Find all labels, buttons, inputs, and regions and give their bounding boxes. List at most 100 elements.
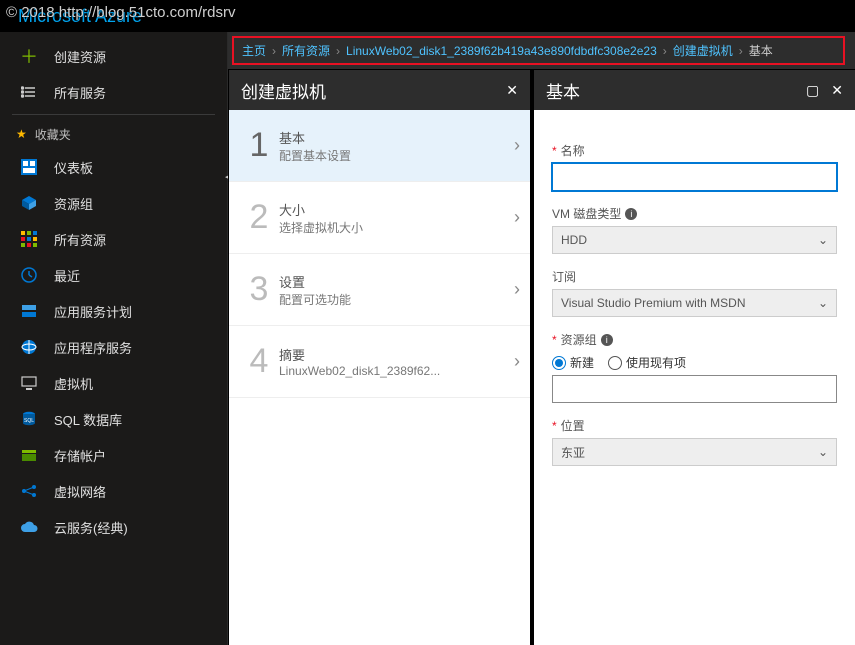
radio-icon	[552, 356, 566, 370]
sidebar-label: 所有资源	[54, 230, 106, 249]
sidebar-label: 应用程序服务	[54, 338, 132, 357]
database-icon: SQL	[20, 410, 38, 428]
clock-icon	[20, 266, 38, 284]
chevron-right-icon: ›	[514, 135, 520, 156]
subscription-label: 订阅	[552, 268, 837, 285]
step-subtitle: LinuxWeb02_disk1_2389f62...	[279, 364, 514, 378]
chevron-right-icon: ›	[272, 44, 276, 58]
rg-new-radio[interactable]: 新建	[552, 354, 594, 371]
chevron-down-icon: ⌄	[818, 296, 828, 310]
resource-group-label: *资源组i	[552, 331, 837, 348]
breadcrumb-link[interactable]: 所有资源	[282, 42, 330, 59]
info-icon[interactable]: i	[625, 208, 637, 220]
sidebar-create-resource[interactable]: ＋ 创建资源	[0, 38, 227, 74]
chevron-right-icon: ›	[336, 44, 340, 58]
sidebar-item-dashboard[interactable]: 仪表板	[0, 149, 227, 185]
wizard-step-summary[interactable]: 4 摘要 LinuxWeb02_disk1_2389f62... ›	[229, 326, 530, 398]
step-number: 4	[239, 342, 279, 381]
blade-basics: 基本 ▢ ✕ *名称 VM 磁盘类型i HDD ⌄ 订阅	[533, 70, 855, 645]
select-value: 东亚	[561, 444, 585, 461]
sidebar-item-vm[interactable]: 虚拟机	[0, 365, 227, 401]
radio-label: 新建	[570, 354, 594, 371]
wizard-step-settings[interactable]: 3 设置 配置可选功能 ›	[229, 254, 530, 326]
sidebar-label: SQL 数据库	[54, 410, 122, 429]
resource-group-input[interactable]	[552, 375, 837, 403]
step-subtitle: 配置基本设置	[279, 147, 514, 164]
topbar: Microsoft Azure	[0, 0, 855, 32]
chevron-right-icon: ›	[514, 351, 520, 372]
sidebar-item-vnet[interactable]: 虚拟网络	[0, 473, 227, 509]
dashboard-icon	[20, 158, 38, 176]
radio-label: 使用现有项	[626, 354, 686, 371]
step-subtitle: 配置可选功能	[279, 291, 514, 308]
sidebar-favorites-header: ★ 收藏夹	[0, 119, 227, 149]
blade-header: 创建虚拟机 ✕	[229, 70, 530, 110]
breadcrumb-current: 基本	[749, 42, 773, 59]
sidebar-item-all-resources[interactable]: 所有资源	[0, 221, 227, 257]
main: ＋ 创建资源 所有服务 ★ 收藏夹 仪表板 资源组 所有资源 最近	[0, 32, 855, 645]
brand-logo: Microsoft Azure	[18, 6, 142, 27]
server-icon	[20, 302, 38, 320]
monitor-icon	[20, 374, 38, 392]
resource-group-radios: 新建 使用现有项	[552, 354, 837, 371]
sidebar: ＋ 创建资源 所有服务 ★ 收藏夹 仪表板 资源组 所有资源 最近	[0, 32, 228, 645]
rg-existing-radio[interactable]: 使用现有项	[608, 354, 686, 371]
sidebar-item-storage[interactable]: 存储帐户	[0, 437, 227, 473]
blade-title: 基本	[546, 78, 580, 103]
wizard-step-size[interactable]: 2 大小 选择虚拟机大小 ›	[229, 182, 530, 254]
chevron-right-icon: ›	[514, 207, 520, 228]
step-number: 1	[239, 126, 279, 165]
maximize-icon[interactable]: ▢	[806, 82, 819, 99]
star-icon: ★	[16, 127, 27, 141]
step-number: 3	[239, 270, 279, 309]
sidebar-item-app-services[interactable]: 应用程序服务	[0, 329, 227, 365]
blade-create-vm: 创建虚拟机 ✕ 1 基本 配置基本设置 › 2	[228, 70, 530, 645]
step-subtitle: 选择虚拟机大小	[279, 219, 514, 236]
cloud-icon	[20, 518, 38, 536]
sidebar-item-resource-groups[interactable]: 资源组	[0, 185, 227, 221]
sidebar-item-cloud-classic[interactable]: 云服务(经典)	[0, 509, 227, 545]
svg-text:SQL: SQL	[24, 418, 34, 424]
close-icon[interactable]: ✕	[831, 82, 843, 99]
disk-type-select[interactable]: HDD ⌄	[552, 226, 837, 254]
name-label: *名称	[552, 142, 837, 159]
sidebar-label: 存储帐户	[54, 446, 106, 465]
sidebar-label: 虚拟机	[54, 374, 93, 393]
chevron-right-icon: ›	[663, 44, 667, 58]
sidebar-all-services[interactable]: 所有服务	[0, 74, 227, 110]
grid-icon	[20, 230, 38, 248]
sidebar-label: 资源组	[54, 194, 93, 213]
sidebar-label: 云服务(经典)	[54, 518, 128, 537]
select-value: HDD	[561, 233, 587, 247]
radio-icon	[608, 356, 622, 370]
chevron-down-icon: ⌄	[818, 233, 828, 247]
location-select[interactable]: 东亚 ⌄	[552, 438, 837, 466]
info-icon[interactable]: i	[601, 334, 613, 346]
sidebar-item-sql[interactable]: SQL SQL 数据库	[0, 401, 227, 437]
sidebar-divider	[12, 114, 215, 115]
location-label: *位置	[552, 417, 837, 434]
step-title: 设置	[279, 272, 514, 291]
breadcrumb-link[interactable]: LinuxWeb02_disk1_2389f62b419a43e890fdbdf…	[346, 44, 657, 58]
sidebar-item-app-service-plan[interactable]: 应用服务计划	[0, 293, 227, 329]
wizard-step-basics[interactable]: 1 基本 配置基本设置 ›	[229, 110, 530, 182]
step-title: 大小	[279, 200, 514, 219]
sidebar-label: 应用服务计划	[54, 302, 132, 321]
content: 主页 › 所有资源 › LinuxWeb02_disk1_2389f62b419…	[228, 32, 855, 645]
name-input[interactable]	[552, 163, 837, 191]
sidebar-label: 所有服务	[54, 83, 106, 102]
basics-form: *名称 VM 磁盘类型i HDD ⌄ 订阅 Visual Studio Prem…	[534, 110, 855, 484]
breadcrumb-link[interactable]: 主页	[242, 42, 266, 59]
cube-icon	[20, 194, 38, 212]
close-icon[interactable]: ✕	[506, 82, 518, 99]
chevron-right-icon: ›	[514, 279, 520, 300]
globe-icon	[20, 338, 38, 356]
sidebar-label: 创建资源	[54, 47, 106, 66]
breadcrumb-link[interactable]: 创建虚拟机	[673, 42, 733, 59]
network-icon	[20, 482, 38, 500]
select-value: Visual Studio Premium with MSDN	[561, 296, 746, 310]
sidebar-item-recent[interactable]: 最近	[0, 257, 227, 293]
subscription-select[interactable]: Visual Studio Premium with MSDN ⌄	[552, 289, 837, 317]
disk-type-label: VM 磁盘类型i	[552, 205, 837, 222]
sidebar-label: 仪表板	[54, 158, 93, 177]
